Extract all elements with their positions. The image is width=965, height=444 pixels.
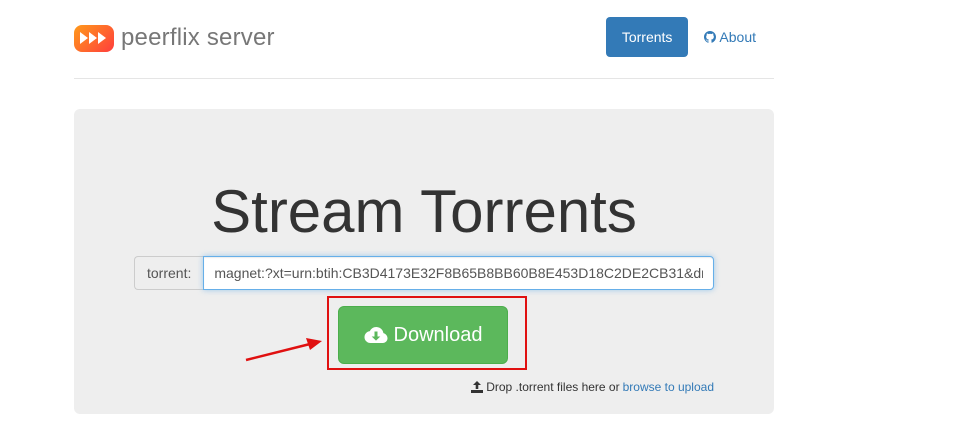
cloud-download-icon — [364, 327, 388, 343]
drop-hint-text: Drop .torrent files here or — [486, 380, 620, 394]
download-button[interactable]: Download — [338, 306, 508, 364]
page: peerflix server Torrents About Stream To… — [0, 0, 965, 444]
fast-forward-logo-icon — [74, 24, 114, 52]
jumbotron: Stream Torrents torrent: Download Drop .… — [74, 109, 774, 414]
nav-about-label: About — [719, 29, 756, 45]
torrent-input-group: torrent: — [134, 256, 714, 290]
browse-upload-link[interactable]: browse to upload — [623, 380, 714, 394]
brand-name: peerflix server — [121, 24, 275, 51]
nav-torrents-button[interactable]: Torrents — [605, 17, 689, 57]
brand[interactable]: peerflix server — [74, 24, 275, 52]
upload-icon — [471, 381, 484, 393]
drop-hint: Drop .torrent files here or browse to up… — [471, 380, 714, 394]
top-nav: Torrents About — [605, 17, 762, 57]
torrent-input[interactable] — [203, 256, 714, 290]
download-label: Download — [393, 323, 483, 346]
torrent-addon-label: torrent: — [134, 256, 204, 290]
nav-about-link[interactable]: About — [694, 29, 762, 45]
header: peerflix server Torrents About — [74, 0, 774, 79]
page-title: Stream Torrents — [211, 178, 637, 245]
annotation-arrow-icon — [245, 338, 322, 362]
github-icon — [704, 31, 717, 43]
